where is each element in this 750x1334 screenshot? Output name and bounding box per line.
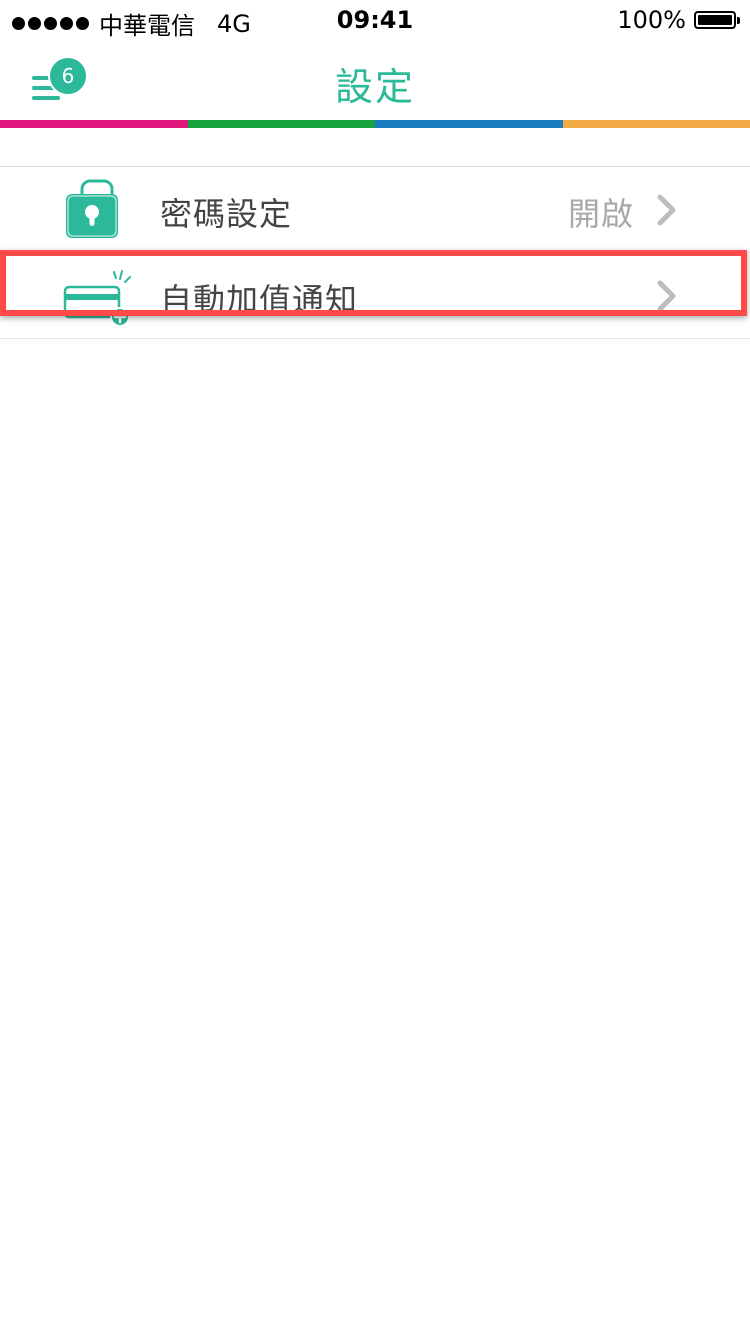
battery-percent: 100% [617, 6, 686, 34]
battery-icon [694, 11, 740, 29]
row-label-password: 密碼設定 [160, 195, 293, 233]
status-right: 100% [617, 6, 740, 34]
card-add-icon [62, 265, 132, 327]
settings-list: 密碼設定 開啟 自動加值通知 [0, 166, 750, 339]
settings-row-password[interactable]: 密碼設定 開啟 [0, 167, 750, 253]
settings-row-auto-topup-notification[interactable]: 自動加值通知 [0, 253, 750, 339]
brand-color-stripe [0, 120, 750, 128]
status-bar: 中華電信 4G 09:41 100% [0, 0, 750, 40]
page-title: 設定 [334, 65, 415, 109]
row-value-password: 開啟 [567, 195, 634, 233]
row-label-auto-topup: 自動加值通知 [160, 281, 359, 319]
nav-bar: 6 設定 [0, 40, 750, 120]
lock-icon [62, 179, 132, 241]
chevron-right-icon [656, 193, 678, 227]
settings-screen: 中華電信 4G 09:41 100% 6 設定 密碼設定 開啟 自動加值通知 [0, 0, 750, 1334]
chevron-right-icon [656, 279, 678, 313]
